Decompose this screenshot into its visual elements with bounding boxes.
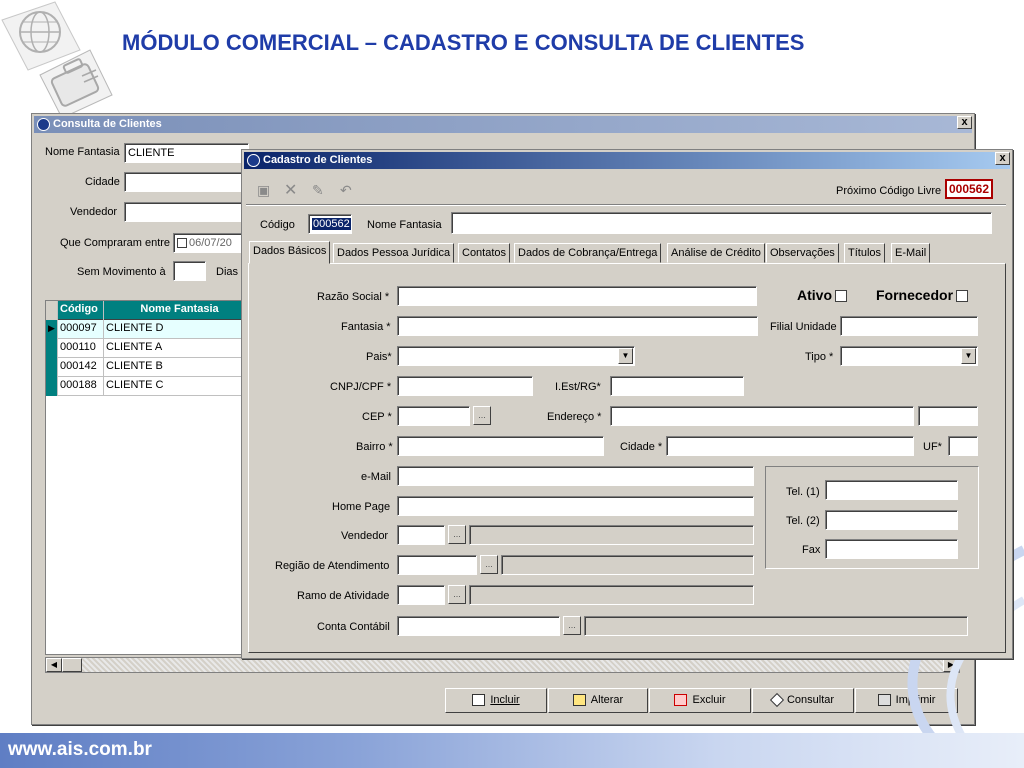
cadastro-window: Cadastro de Clientes x — [241, 149, 1013, 659]
delete-icon — [674, 694, 688, 707]
cidade-label: Cidade — [85, 176, 120, 188]
new-document-icon — [472, 694, 486, 707]
alterar-label: Alterar — [590, 694, 624, 706]
slide-decoration — [1, 1, 113, 119]
cell-nome: CLIENTE D — [104, 320, 254, 339]
cell-codigo: 000142 — [58, 358, 104, 377]
search-icon — [769, 693, 785, 708]
vendedor-search-input[interactable] — [124, 202, 249, 222]
scroll-thumb[interactable] — [62, 658, 82, 672]
incluir-label: Incluir — [490, 694, 520, 706]
edit-icon — [572, 694, 586, 707]
cadastro-close-button[interactable]: x — [995, 152, 1010, 165]
excluir-label: Excluir — [692, 694, 726, 706]
globe-icon — [1, 1, 81, 71]
consulta-title: Consulta de Clientes — [53, 118, 162, 130]
footer-bar — [0, 733, 1024, 768]
row-indicator — [46, 377, 58, 396]
consulta-titlebar[interactable]: Consulta de Clientes — [34, 116, 972, 133]
sem-movimento-label: Sem Movimento à — [77, 266, 166, 278]
slide-title: MÓDULO COMERCIAL – CADASTRO E CONSULTA D… — [122, 30, 805, 55]
cell-nome: CLIENTE A — [104, 339, 254, 358]
alterar-button[interactable]: Alterar — [548, 688, 648, 713]
cadastro-titlebar[interactable]: Cadastro de Clientes — [244, 152, 1010, 169]
sem-movimento-input[interactable] — [173, 261, 206, 281]
cell-codigo: 000097 — [58, 320, 104, 339]
grid-header: Código Nome Fantasia — [46, 301, 254, 320]
table-row[interactable]: ▶ 000097 CLIENTE D — [46, 320, 254, 339]
cidade-search-input[interactable] — [124, 172, 249, 192]
app-icon — [247, 154, 260, 167]
header-codigo[interactable]: Código — [58, 301, 104, 320]
cell-codigo: 000188 — [58, 377, 104, 396]
scroll-left-button[interactable]: ◀ — [46, 658, 62, 672]
row-indicator — [46, 339, 58, 358]
date-value: 06/07/20 — [189, 237, 232, 249]
footer-url[interactable]: www.ais.com.br — [8, 739, 152, 761]
cell-nome: CLIENTE B — [104, 358, 254, 377]
row-indicator-header — [46, 301, 58, 320]
header-nome-fantasia[interactable]: Nome Fantasia — [104, 301, 254, 320]
que-compraram-label: Que Compraram entre — [60, 237, 171, 249]
cell-codigo: 000110 — [58, 339, 104, 358]
que-compraram-date-input[interactable]: 06/07/20 — [173, 233, 249, 253]
row-indicator-arrow: ▶ — [46, 320, 58, 339]
vendedor-label: Vendedor — [70, 206, 118, 218]
date-checkbox[interactable] — [177, 238, 187, 249]
app-icon — [37, 118, 50, 131]
excluir-button[interactable]: Excluir — [649, 688, 751, 713]
nome-fantasia-label: Nome Fantasia — [45, 146, 120, 158]
table-row[interactable]: 000110 CLIENTE A — [46, 339, 254, 358]
consulta-close-button[interactable]: x — [957, 116, 972, 129]
cell-nome: CLIENTE C — [104, 377, 254, 396]
incluir-button[interactable]: Incluir — [445, 688, 547, 713]
row-indicator — [46, 358, 58, 377]
dias-label: Dias — [216, 266, 239, 278]
table-row[interactable]: 000142 CLIENTE B — [46, 358, 254, 377]
cadastro-title: Cadastro de Clientes — [263, 154, 373, 166]
table-row[interactable]: 000188 CLIENTE C — [46, 377, 254, 396]
nome-fantasia-search-input[interactable]: CLIENTE — [124, 143, 249, 163]
clients-grid: Código Nome Fantasia ▶ 000097 CLIENTE D … — [45, 300, 254, 655]
